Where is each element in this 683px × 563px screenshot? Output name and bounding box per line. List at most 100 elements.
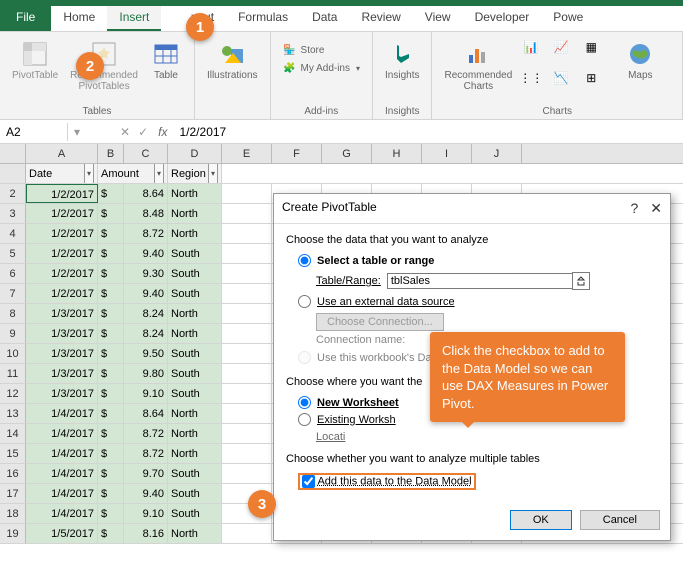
row-header[interactable]: 16 bbox=[0, 464, 26, 483]
chart-bar-icon[interactable]: 📊 bbox=[524, 40, 538, 54]
row-header[interactable]: 14 bbox=[0, 424, 26, 443]
tab-formulas[interactable]: Formulas bbox=[226, 6, 300, 31]
table-range-input[interactable] bbox=[387, 273, 573, 289]
cell-amount[interactable]: 9.40 bbox=[124, 244, 168, 263]
radio-existing-worksheet[interactable] bbox=[298, 413, 311, 426]
cell-region[interactable]: South bbox=[168, 344, 222, 363]
row-header[interactable]: 3 bbox=[0, 204, 26, 223]
table-button[interactable]: Table bbox=[146, 36, 186, 104]
table-header[interactable]: Date▾ bbox=[26, 164, 98, 183]
col-header[interactable]: G bbox=[322, 144, 372, 163]
cell-amount[interactable]: 9.40 bbox=[124, 484, 168, 503]
cell-currency[interactable]: $ bbox=[98, 324, 124, 343]
chart-tree-icon[interactable]: ▦ bbox=[584, 40, 598, 54]
cell-currency[interactable]: $ bbox=[98, 184, 124, 203]
col-header[interactable]: C bbox=[124, 144, 168, 163]
cell-region[interactable]: North bbox=[168, 204, 222, 223]
cell-amount[interactable]: 9.80 bbox=[124, 364, 168, 383]
cell-date[interactable]: 1/2/2017 bbox=[26, 284, 98, 303]
cell-date[interactable]: 1/4/2017 bbox=[26, 424, 98, 443]
cell-date[interactable]: 1/5/2017 bbox=[26, 524, 98, 543]
radio-new-worksheet[interactable] bbox=[298, 396, 311, 409]
cell-date[interactable]: 1/4/2017 bbox=[26, 404, 98, 423]
insights-button[interactable]: Insights bbox=[381, 36, 423, 104]
row-header[interactable]: 5 bbox=[0, 244, 26, 263]
cell-region[interactable]: North bbox=[168, 404, 222, 423]
row-header[interactable]: 19 bbox=[0, 524, 26, 543]
cell-amount[interactable]: 9.10 bbox=[124, 504, 168, 523]
enter-formula-icon[interactable]: ✓ bbox=[134, 125, 152, 139]
radio-select-table[interactable] bbox=[298, 254, 311, 267]
row-header[interactable]: 2 bbox=[0, 184, 26, 203]
cell-region[interactable]: North bbox=[168, 424, 222, 443]
chart-scatter-icon[interactable]: ⋮⋮ bbox=[524, 71, 538, 85]
tab-view[interactable]: View bbox=[413, 6, 463, 31]
cell-date[interactable]: 1/2/2017 bbox=[26, 244, 98, 263]
cell-region[interactable]: South bbox=[168, 464, 222, 483]
cell-amount[interactable]: 9.70 bbox=[124, 464, 168, 483]
maps-button[interactable]: Maps bbox=[620, 36, 660, 104]
row-header[interactable]: 7 bbox=[0, 284, 26, 303]
table-header[interactable]: Amount▾ bbox=[98, 164, 168, 183]
cell-date[interactable]: 1/4/2017 bbox=[26, 444, 98, 463]
cell-amount[interactable]: 9.40 bbox=[124, 284, 168, 303]
tab-power[interactable]: Powe bbox=[541, 6, 595, 31]
radio-external-source[interactable] bbox=[298, 295, 311, 308]
cell-currency[interactable]: $ bbox=[98, 524, 124, 543]
namebox-dropdown[interactable]: ▾ bbox=[68, 125, 86, 139]
row-header[interactable]: 17 bbox=[0, 484, 26, 503]
cell-region[interactable]: South bbox=[168, 484, 222, 503]
cell-currency[interactable]: $ bbox=[98, 464, 124, 483]
row-header[interactable]: 12 bbox=[0, 384, 26, 403]
cell-amount[interactable]: 8.24 bbox=[124, 304, 168, 323]
cell-amount[interactable]: 8.48 bbox=[124, 204, 168, 223]
cell-region[interactable]: North bbox=[168, 324, 222, 343]
filter-icon[interactable]: ▾ bbox=[154, 164, 164, 183]
cell-currency[interactable]: $ bbox=[98, 364, 124, 383]
checkbox-data-model[interactable] bbox=[302, 475, 315, 488]
row-header[interactable] bbox=[0, 164, 26, 183]
col-header[interactable]: B bbox=[98, 144, 124, 163]
myaddins-button[interactable]: 🧩My Add-ins▾ bbox=[279, 60, 364, 76]
row-header[interactable]: 11 bbox=[0, 364, 26, 383]
cell-amount[interactable]: 8.24 bbox=[124, 324, 168, 343]
tab-file[interactable]: File bbox=[0, 6, 51, 31]
chart-line-icon[interactable]: 📈 bbox=[554, 40, 568, 54]
cell-amount[interactable]: 8.16 bbox=[124, 524, 168, 543]
cell-date[interactable]: 1/3/2017 bbox=[26, 364, 98, 383]
row-header[interactable]: 8 bbox=[0, 304, 26, 323]
cell-date[interactable]: 1/3/2017 bbox=[26, 344, 98, 363]
cell-currency[interactable]: $ bbox=[98, 384, 124, 403]
cell-region[interactable]: South bbox=[168, 264, 222, 283]
cell-currency[interactable]: $ bbox=[98, 224, 124, 243]
cell-currency[interactable]: $ bbox=[98, 244, 124, 263]
row-header[interactable]: 4 bbox=[0, 224, 26, 243]
illustrations-button[interactable]: Illustrations bbox=[203, 36, 262, 115]
cell-date[interactable]: 1/4/2017 bbox=[26, 484, 98, 503]
row-header[interactable]: 15 bbox=[0, 444, 26, 463]
row-header[interactable]: 13 bbox=[0, 404, 26, 423]
col-header[interactable]: H bbox=[372, 144, 422, 163]
col-header[interactable]: J bbox=[472, 144, 522, 163]
formula-input[interactable] bbox=[174, 123, 683, 141]
chart-combo-icon[interactable]: ⊞ bbox=[584, 71, 598, 85]
cell-date[interactable]: 1/2/2017 bbox=[26, 264, 98, 283]
cell-currency[interactable]: $ bbox=[98, 284, 124, 303]
cell-date[interactable]: 1/4/2017 bbox=[26, 504, 98, 523]
ok-button[interactable]: OK bbox=[510, 510, 572, 530]
cell-region[interactable]: South bbox=[168, 364, 222, 383]
cell-currency[interactable]: $ bbox=[98, 404, 124, 423]
cell-currency[interactable]: $ bbox=[98, 504, 124, 523]
store-button[interactable]: 🏪Store bbox=[279, 42, 364, 58]
row-header[interactable]: 18 bbox=[0, 504, 26, 523]
cell-currency[interactable]: $ bbox=[98, 204, 124, 223]
cell-amount[interactable]: 8.72 bbox=[124, 424, 168, 443]
cell-date[interactable]: 1/4/2017 bbox=[26, 464, 98, 483]
cell-amount[interactable]: 9.10 bbox=[124, 384, 168, 403]
cell-amount[interactable]: 8.72 bbox=[124, 444, 168, 463]
cell-currency[interactable]: $ bbox=[98, 344, 124, 363]
dialog-help-button[interactable]: ? bbox=[630, 200, 638, 217]
tab-data[interactable]: Data bbox=[300, 6, 349, 31]
cell-amount[interactable]: 9.50 bbox=[124, 344, 168, 363]
name-box[interactable]: A2 bbox=[0, 123, 68, 141]
